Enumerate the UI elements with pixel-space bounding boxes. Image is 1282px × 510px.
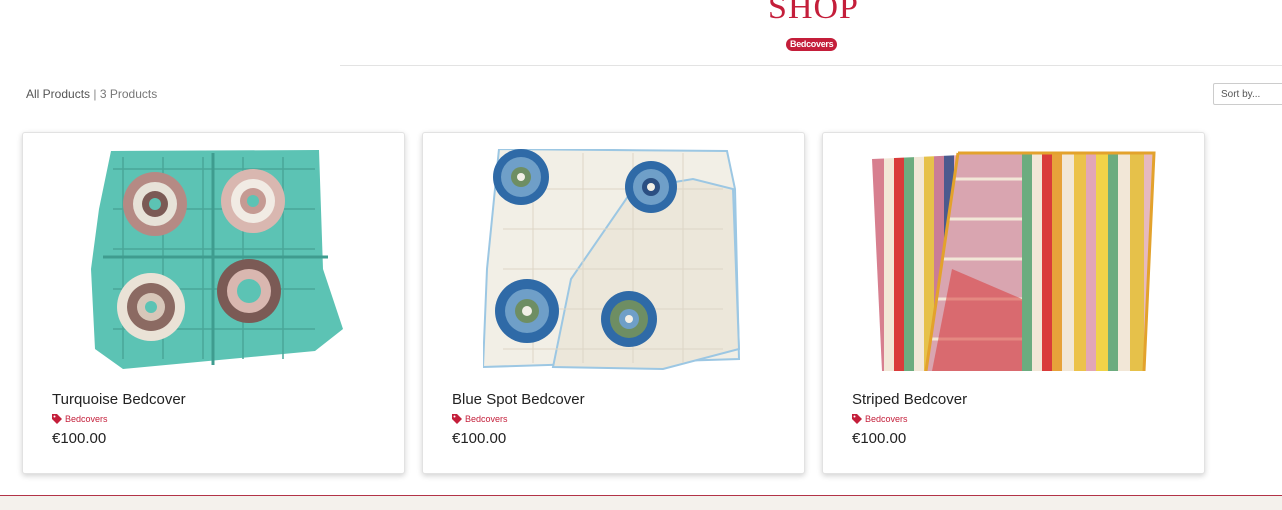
footer (0, 495, 1282, 510)
product-category[interactable]: Bedcovers (52, 414, 108, 424)
product-card[interactable]: Turquoise Bedcover Bedcovers €100.00 (22, 132, 405, 474)
sort-select[interactable]: Sort by... (1213, 83, 1282, 105)
product-category[interactable]: Bedcovers (452, 414, 508, 424)
product-name[interactable]: Blue Spot Bedcover (452, 391, 585, 408)
tag-icon (52, 414, 62, 424)
category-badge[interactable]: Bedcovers (786, 38, 838, 51)
product-price: €100.00 (452, 430, 507, 447)
header-divider (340, 65, 1282, 66)
product-image[interactable] (871, 149, 1156, 371)
product-category[interactable]: Bedcovers (852, 414, 908, 424)
product-price: €100.00 (852, 430, 907, 447)
product-image[interactable] (83, 149, 345, 371)
product-price: €100.00 (52, 430, 107, 447)
product-name[interactable]: Striped Bedcover (852, 391, 967, 408)
product-category-label: Bedcovers (465, 414, 508, 424)
page-title: SHOP (768, 0, 859, 26)
product-category-label: Bedcovers (865, 414, 908, 424)
all-products-link[interactable]: All Products (26, 87, 90, 101)
product-category-label: Bedcovers (65, 414, 108, 424)
product-image[interactable] (482, 149, 745, 371)
product-count-bar: All Products | 3 Products (26, 87, 157, 101)
tag-icon (852, 414, 862, 424)
product-card[interactable]: Striped Bedcover Bedcovers €100.00 (822, 132, 1205, 474)
tag-icon (452, 414, 462, 424)
product-name[interactable]: Turquoise Bedcover (52, 391, 186, 408)
sort-select-value: Sort by... (1221, 89, 1261, 100)
product-card[interactable]: Blue Spot Bedcover Bedcovers €100.00 (422, 132, 805, 474)
count-separator: | (93, 87, 97, 101)
product-count: 3 Products (99, 87, 158, 101)
